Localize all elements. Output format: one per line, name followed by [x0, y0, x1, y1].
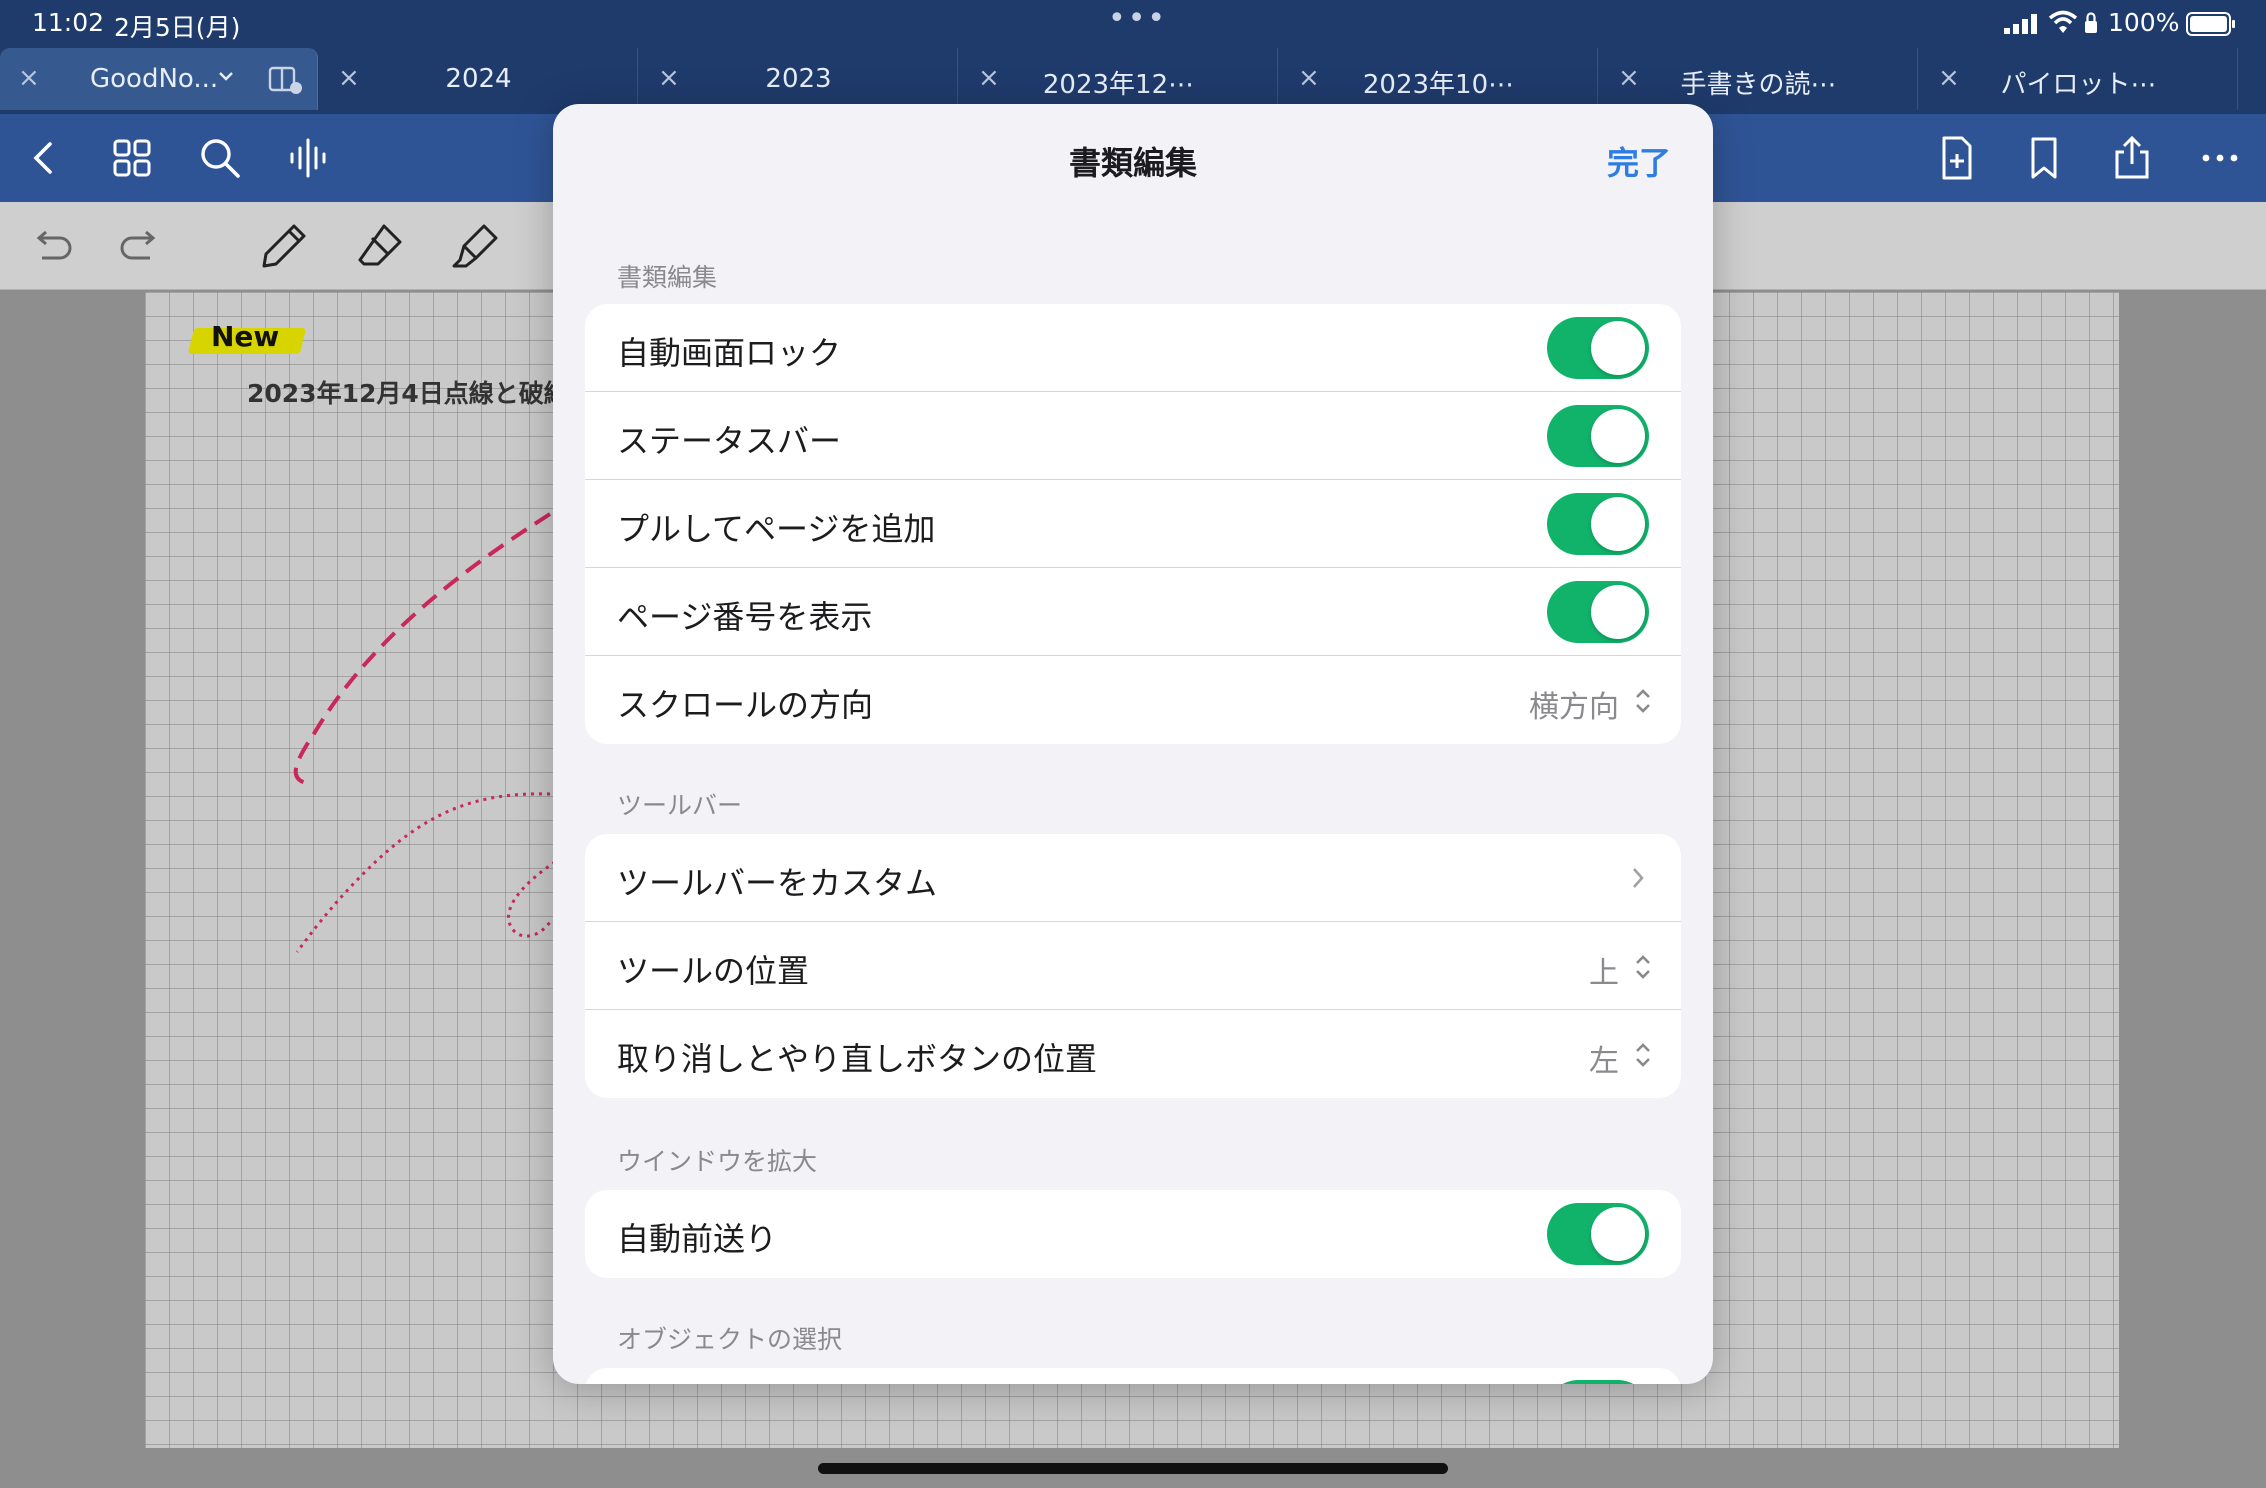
setting-row-auto-advance: 自動前送り	[585, 1190, 1681, 1278]
settings-group-document-editing: 自動画面ロック ステータスバー プルしてページを追加 ページ番号を表示 スクロー…	[585, 304, 1681, 744]
setting-label: ステータスバー	[617, 422, 842, 460]
battery-percent: 100%	[2108, 8, 2180, 37]
section-header-zoom-window: ウインドウを拡大	[617, 1147, 818, 1176]
orientation-lock-icon	[2085, 12, 2097, 33]
section-header-object-selection: オブジェクトの選択	[617, 1325, 843, 1354]
object-selection-toggle[interactable]	[1547, 1380, 1649, 1384]
setting-label: プルしてページを追加	[617, 510, 936, 548]
toggle-knob	[1591, 585, 1645, 639]
bookmark-icon[interactable]	[2020, 134, 2068, 182]
setting-row-status-bar: ステータスバー	[585, 392, 1681, 480]
setting-row-undo-redo-position[interactable]: 取り消しとやり直しボタンの位置 左	[585, 1010, 1681, 1098]
setting-row-scroll-direction[interactable]: スクロールの方向 横方向	[585, 656, 1681, 744]
search-icon[interactable]	[196, 134, 244, 182]
setting-row-customize-toolbar[interactable]: ツールバーをカスタム	[585, 834, 1681, 922]
chevron-right-icon	[1633, 868, 1644, 888]
pen-tool-icon[interactable]	[258, 220, 310, 272]
back-chevron-icon[interactable]	[20, 134, 68, 182]
chevron-up-down-icon	[1636, 1043, 1650, 1067]
tab-2023[interactable]: × 2023	[640, 48, 958, 110]
highlighter-tool-icon[interactable]	[450, 220, 502, 272]
setting-label: ツールバーをカスタム	[617, 864, 938, 902]
new-badge-label: New	[211, 320, 280, 353]
document-settings-sheet: 書類編集 完了 書類編集 自動画面ロック ステータスバー プルしてページを追加 …	[553, 104, 1713, 1384]
tab-label: 2023年10⋯	[1362, 70, 1515, 100]
status-date: 2月5日(月)	[114, 13, 241, 42]
share-icon[interactable]	[2108, 134, 2156, 182]
sheet-title: 書類編集	[1068, 144, 1197, 182]
toggle-knob	[1591, 497, 1645, 551]
section-header-toolbar: ツールバー	[617, 791, 743, 820]
tab-2023-12[interactable]: × 2023年12⋯	[960, 48, 1278, 110]
setting-label: 自動画面ロック	[617, 334, 842, 372]
tab-label: 手書きの読⋯	[1680, 70, 1837, 100]
setting-row-auto-lock: 自動画面ロック	[585, 304, 1681, 392]
eraser-tool-icon[interactable]	[354, 220, 406, 272]
setting-row-pull-to-add-page: プルしてページを追加	[585, 480, 1681, 568]
setting-label: スクロールの方向	[617, 686, 874, 724]
add-page-icon[interactable]	[1932, 134, 1980, 182]
tab-label: 2024	[445, 64, 512, 94]
multitasking-dots[interactable]: •••	[1108, 1, 1167, 36]
split-view-icon[interactable]	[268, 66, 302, 94]
tab-goodnotes[interactable]: × GoodNo...	[0, 48, 318, 110]
redo-icon[interactable]	[114, 220, 166, 272]
status-time: 11:02	[32, 8, 105, 37]
settings-group-object-selection	[585, 1368, 1681, 1384]
audio-recording-icon[interactable]	[284, 134, 332, 182]
undo-redo-position-value[interactable]: 左	[1589, 1036, 1619, 1080]
done-button[interactable]: 完了	[1607, 138, 1671, 184]
toggle-knob	[1591, 409, 1645, 463]
setting-row-tool-position[interactable]: ツールの位置 上	[585, 922, 1681, 1010]
tab-label: 2023	[765, 64, 832, 94]
thumbnails-grid-icon[interactable]	[108, 134, 156, 182]
undo-icon[interactable]	[26, 220, 78, 272]
settings-group-zoom-window: 自動前送り	[585, 1190, 1681, 1278]
tab-2024[interactable]: × 2024	[320, 48, 638, 110]
pull-to-add-page-toggle[interactable]	[1547, 493, 1649, 555]
status-bar-toggle[interactable]	[1547, 405, 1649, 467]
scroll-direction-value[interactable]: 横方向	[1529, 682, 1619, 726]
cellular-signal-icon	[2004, 14, 2037, 34]
new-badge: New	[187, 320, 307, 356]
tab-label: 2023年12⋯	[1042, 70, 1195, 100]
toggle-knob	[1591, 321, 1645, 375]
home-indicator[interactable]	[818, 1463, 1448, 1474]
tab-label: パイロット⋯	[2000, 70, 2157, 100]
tab-close-icon[interactable]: ×	[18, 63, 40, 93]
page-numbers-toggle[interactable]	[1547, 581, 1649, 643]
section-header-document-editing: 書類編集	[617, 263, 718, 292]
tab-2023-10[interactable]: × 2023年10⋯	[1280, 48, 1598, 110]
auto-advance-toggle[interactable]	[1547, 1203, 1649, 1265]
chevron-up-down-icon	[1636, 689, 1650, 713]
battery-icon	[2186, 12, 2235, 36]
setting-label: 取り消しとやり直しボタンの位置	[617, 1040, 1098, 1078]
settings-group-toolbar: ツールバーをカスタム ツールの位置 上 取り消しとやり直しボタンの位置 左	[585, 834, 1681, 1098]
tab-handwriting[interactable]: × 手書きの読⋯	[1600, 48, 1918, 110]
tab-label: GoodNo...	[90, 64, 219, 94]
tab-pilot[interactable]: × パイロット⋯	[1920, 48, 2238, 110]
setting-label: ツールの位置	[617, 952, 810, 990]
status-bar: 11:02 2月5日(月) ••• 100%	[0, 0, 2266, 46]
chevron-up-down-icon	[1636, 955, 1650, 979]
chevron-down-icon[interactable]	[218, 70, 234, 82]
setting-row-page-numbers: ページ番号を表示	[585, 568, 1681, 656]
more-options-icon[interactable]	[2196, 134, 2244, 182]
auto-lock-toggle[interactable]	[1547, 317, 1649, 379]
setting-label: ページ番号を表示	[617, 598, 873, 636]
setting-label: 自動前送り	[617, 1220, 778, 1258]
tool-position-value[interactable]: 上	[1589, 948, 1619, 992]
wifi-icon	[2048, 10, 2078, 33]
toggle-knob	[1591, 1207, 1645, 1261]
document-heading: 2023年12月4日点線と破線	[247, 379, 569, 408]
